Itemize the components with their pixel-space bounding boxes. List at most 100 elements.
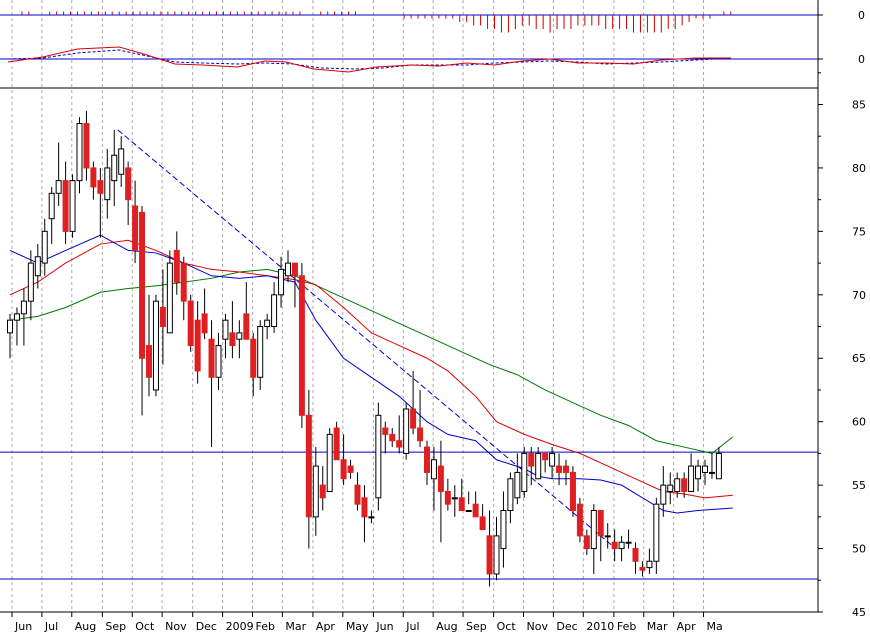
candle-body-down	[479, 516, 486, 531]
candle-body-down	[556, 465, 563, 473]
candle-body-up	[104, 167, 111, 201]
candle-body-down	[208, 338, 215, 378]
candle-body-down	[319, 484, 326, 499]
month-label: Feb	[617, 620, 636, 632]
candle-body-down	[132, 205, 139, 251]
month-label: May	[346, 620, 369, 632]
month-label: Jun	[375, 620, 393, 632]
candle-body-down	[639, 567, 646, 571]
candle-body-up	[403, 408, 410, 454]
candle-body-up	[674, 478, 681, 492]
candle-body-down	[347, 465, 354, 473]
price-tick-label: 50	[852, 543, 866, 556]
candle-body-down	[563, 465, 569, 473]
candle-body-down	[569, 471, 576, 511]
month-label: Nov	[527, 620, 549, 632]
candle-body-up	[451, 497, 458, 500]
candle-body-down	[611, 541, 618, 550]
candle-body-down	[389, 433, 396, 442]
candle-body-down	[528, 452, 535, 467]
candle-body-up	[152, 300, 159, 391]
candle-body-up	[590, 509, 597, 550]
panel1-zero-label: 0	[858, 9, 865, 22]
candle-body-up	[222, 319, 229, 340]
month-label: Jul	[405, 620, 419, 632]
candle-body-down	[576, 503, 583, 537]
candle-body-up	[20, 300, 27, 315]
candle-body-up	[278, 268, 285, 296]
month-label: Dec	[556, 620, 577, 632]
candle-body-up	[69, 180, 76, 232]
candle-body-down	[201, 313, 208, 334]
candle-body-down	[340, 459, 347, 480]
price-tick-label: 45	[852, 606, 866, 619]
candle-body-down	[229, 332, 236, 347]
candle-body-up	[41, 230, 48, 264]
candle-body-down	[97, 180, 104, 194]
candle-body-up	[660, 484, 667, 505]
price-tick-label: 65	[852, 352, 866, 365]
month-label: Feb	[255, 620, 274, 632]
candle-body-down	[354, 484, 361, 505]
candle-body-up	[535, 452, 542, 480]
candle-body-down	[458, 497, 465, 511]
month-label: Dec	[196, 620, 217, 632]
candle-body-down	[298, 275, 305, 416]
candle-body-down	[542, 452, 549, 461]
candle-body-down	[424, 446, 430, 473]
candle-body-up	[430, 459, 437, 480]
candle-body-up	[285, 262, 291, 277]
candle-body-up	[166, 262, 173, 334]
month-label: Apr	[677, 620, 697, 632]
chart-svg: Jun Jul Aug Sep Oct Nov Dec 2009 Feb Mar Apr May Jun…	[0, 0, 870, 633]
candle-body-up	[702, 465, 708, 473]
candle-body-down	[291, 262, 298, 277]
candle-body-up	[55, 180, 62, 194]
candle-body-down	[243, 313, 250, 340]
candle-body-up	[507, 478, 514, 511]
candle-body-down	[417, 427, 424, 442]
price-tick-label: 85	[852, 98, 866, 111]
candle-body-up	[625, 541, 632, 544]
candle-body-down	[187, 300, 194, 347]
month-label: Jun	[14, 620, 32, 632]
candle-body-down	[437, 465, 444, 492]
candle-body-down	[396, 440, 403, 448]
month-label: Sep	[105, 620, 126, 632]
month-label: 2009	[226, 620, 254, 632]
candle-body-up	[715, 452, 722, 480]
candle-body-up	[271, 294, 278, 328]
candle-body-down	[250, 338, 257, 378]
candle-body-up	[76, 123, 83, 182]
candle-body-down	[146, 345, 152, 378]
candle-body-up	[215, 345, 222, 378]
candle-body-down	[583, 535, 590, 550]
candle-body-up	[604, 535, 611, 538]
candle-body-up	[653, 503, 660, 562]
candle-body-up	[13, 313, 20, 321]
month-label: Mar	[647, 620, 668, 632]
price-tick-label: 60	[852, 416, 866, 429]
candle-body-up	[465, 509, 472, 512]
candle-body-up	[27, 262, 34, 302]
candle-body-up	[695, 465, 702, 480]
month-label: Ma	[707, 620, 723, 632]
candle-body-up	[257, 326, 264, 378]
candle-body-up	[500, 509, 507, 550]
month-label: 2010	[586, 620, 614, 632]
candle-body-up	[521, 452, 528, 492]
candle-body-up	[688, 465, 695, 492]
candle-body-up	[368, 516, 375, 519]
candle-body-up	[7, 319, 13, 334]
candle-body-down	[139, 211, 146, 359]
price-tick-label: 55	[852, 479, 866, 492]
candle-body-up	[326, 433, 333, 492]
month-label: Nov	[165, 620, 187, 632]
panel2-zero-label: 0	[858, 53, 865, 66]
candle-body-down	[382, 427, 389, 435]
price-tick-label: 80	[852, 162, 866, 175]
candle-body-down	[125, 167, 132, 201]
candle-body-down	[632, 548, 639, 562]
candle-body-down	[410, 408, 417, 429]
candle-body-down	[333, 427, 340, 461]
